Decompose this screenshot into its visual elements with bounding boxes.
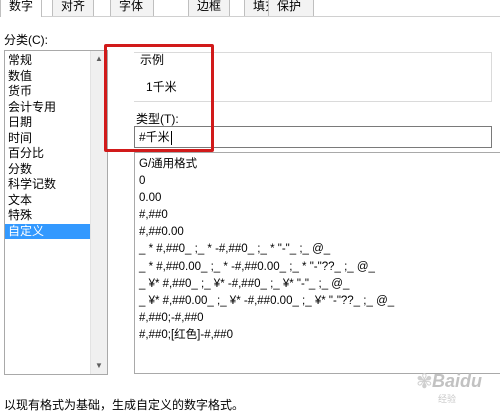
format-item[interactable]: 0 <box>139 173 500 190</box>
format-description: 以现有格式为基础，生成自定义的数字格式。 <box>4 398 245 412</box>
tab-border[interactable]: 边框 <box>188 0 230 16</box>
format-item[interactable]: _ ¥* #,##0_ ;_ ¥* -#,##0_ ;_ ¥* "-"_ ;_ … <box>139 276 500 293</box>
category-label: 分类(C): <box>4 33 48 47</box>
format-item[interactable]: 0.00 <box>139 190 500 207</box>
format-item[interactable]: #,##0.00 <box>139 224 500 241</box>
watermark-text: Baidu <box>432 371 483 391</box>
watermark-subtext: 经验 <box>438 394 457 404</box>
format-item[interactable]: #,##0;-#,##0 <box>139 310 500 327</box>
tab-number[interactable]: 数字 <box>0 0 42 17</box>
tab-alignment[interactable]: 对齐 <box>52 0 94 16</box>
baidu-watermark: ✾ Baidu 经验 <box>398 365 500 405</box>
format-item[interactable]: _ * #,##0_ ;_ * -#,##0_ ;_ * "-"_ ;_ @_ <box>139 241 500 258</box>
format-item[interactable]: G/通用格式 <box>139 156 500 173</box>
paw-logo-icon: ✾ <box>416 371 433 393</box>
tab-font[interactable]: 字体 <box>110 0 154 16</box>
format-item[interactable]: _ ¥* #,##0.00_ ;_ ¥* -#,##0.00_ ;_ ¥* "-… <box>139 293 500 310</box>
category-list[interactable]: 常规 数值 货币 会计专用 日期 时间 百分比 分数 科学记数 文本 特殊 自定… <box>4 50 108 375</box>
format-item[interactable]: #,##0 <box>139 207 500 224</box>
highlight-box <box>104 44 214 152</box>
format-item[interactable]: _ * #,##0.00_ ;_ * -#,##0.00_ ;_ * "-"??… <box>139 259 500 276</box>
tab-protection[interactable]: 保护 <box>268 0 314 16</box>
scroll-down-arrow-icon[interactable]: ▼ <box>91 358 107 374</box>
format-item[interactable]: #,##0;[红色]-#,##0 <box>139 327 500 344</box>
tab-strip: 数字 对齐 字体 边框 填充 保护 <box>0 0 500 17</box>
format-list[interactable]: G/通用格式 0 0.00 #,##0 #,##0.00 _ * #,##0_ … <box>134 152 500 374</box>
